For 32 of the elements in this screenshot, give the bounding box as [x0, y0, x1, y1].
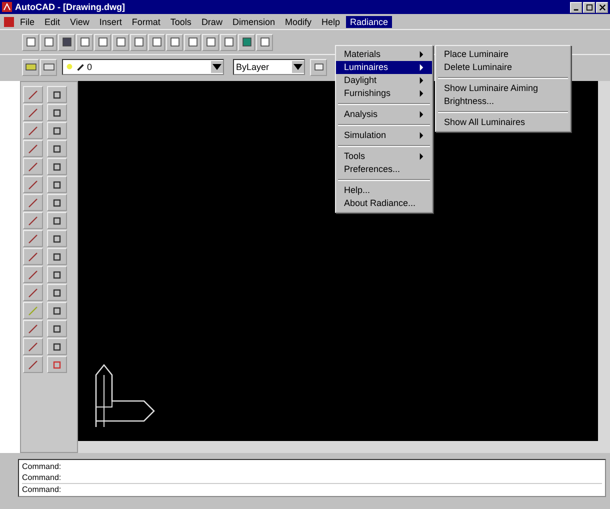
menu-item[interactable]: Tools [336, 150, 432, 163]
window-title: AutoCAD - [Drawing.dwg] [15, 2, 125, 12]
menu-item[interactable]: Help [318, 16, 344, 28]
command-history-line: Command: [22, 472, 62, 483]
menu-item[interactable]: Furnishings [336, 87, 432, 100]
menu-item[interactable]: File [16, 16, 39, 28]
menu-item[interactable]: Place Luminaire [436, 48, 570, 61]
menu-item[interactable]: Simulation [336, 129, 432, 142]
menu-item[interactable]: Help... [336, 184, 432, 197]
command-prompt[interactable]: Command: [22, 483, 602, 495]
menu-item[interactable]: Radiance [346, 16, 392, 28]
menu-item[interactable]: Format [128, 16, 164, 28]
menu-item[interactable]: Dimension [228, 16, 279, 28]
menu-item[interactable]: Luminaires [336, 61, 432, 74]
menu-item[interactable]: Insert [95, 16, 126, 28]
menu-item[interactable]: Draw [197, 16, 226, 28]
linetype-dropdown[interactable]: ByLayer [233, 59, 305, 75]
menu-item[interactable]: Delete Luminaire [436, 61, 570, 74]
menu-item[interactable]: Edit [40, 16, 64, 28]
menu-item[interactable]: Modify [280, 16, 316, 28]
menu-item[interactable]: Preferences... [336, 163, 432, 176]
layer-dropdown[interactable]: 0 [62, 59, 224, 75]
menu-item[interactable]: Analysis [336, 108, 432, 121]
menu-item[interactable]: Daylight [336, 74, 432, 87]
menu-item[interactable]: Show All Luminaires [436, 116, 570, 129]
menu-item[interactable]: Show Luminaire Aiming [436, 82, 570, 95]
menu-item[interactable]: Brightness... [436, 95, 570, 108]
menu-item[interactable]: About Radiance... [336, 197, 432, 210]
command-history-line: Command: [22, 461, 62, 472]
menu-item[interactable]: View [66, 16, 94, 28]
menu-item[interactable]: Tools [166, 16, 196, 28]
menu-item[interactable]: Materials [336, 48, 432, 61]
